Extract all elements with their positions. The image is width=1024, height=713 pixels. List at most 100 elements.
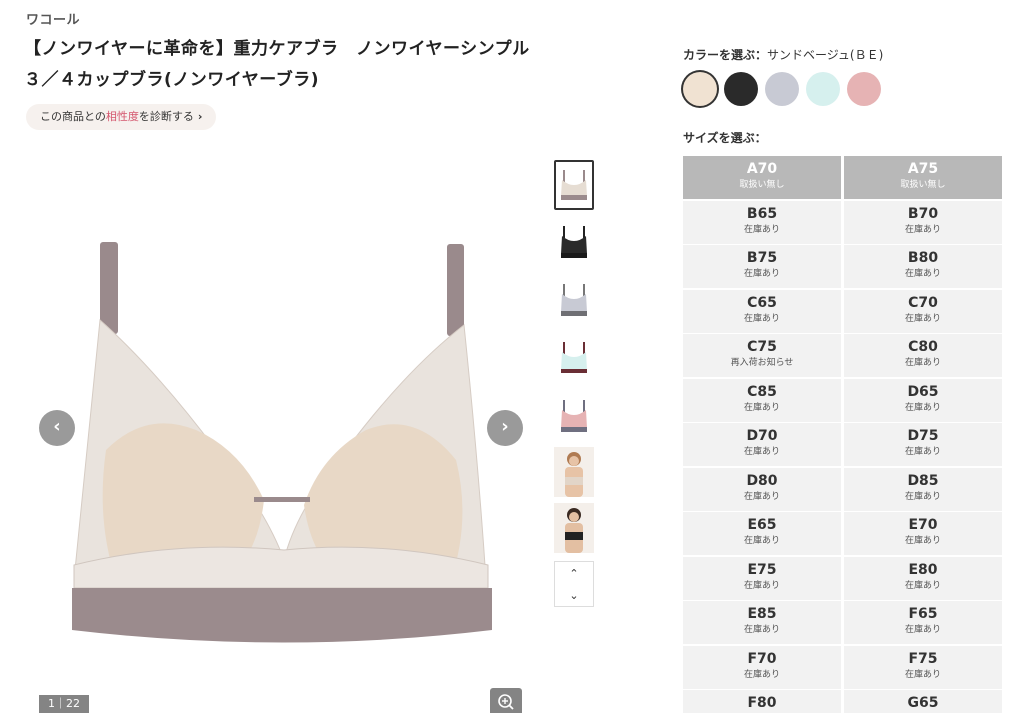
size-code: E75 — [747, 561, 777, 578]
size-option-e65[interactable]: E65 在庫あり — [683, 512, 841, 555]
color-label-prefix: カラーを選ぶ： — [683, 48, 768, 62]
stock-status: 在庫あり — [743, 669, 780, 680]
color-swatch-gray[interactable] — [765, 72, 799, 106]
thumbnail-7[interactable] — [554, 503, 594, 553]
size-code: C75 — [747, 339, 777, 355]
size-option-c85[interactable]: C85 在庫あり — [683, 378, 841, 422]
size-option-a70: A70 取扱い無し — [683, 156, 841, 199]
size-code: G65 — [907, 695, 939, 711]
stock-status: 在庫あり — [743, 447, 780, 457]
thumbnail-bra-pink — [561, 400, 587, 432]
stock-status: 在庫あり — [904, 313, 941, 324]
size-code: C65 — [747, 294, 777, 311]
size-option-c65[interactable]: C65 在庫あり — [683, 289, 841, 333]
brand-name[interactable]: ワコール — [26, 9, 80, 28]
size-code: B70 — [907, 205, 939, 222]
size-option-e85[interactable]: E85 在庫あり — [683, 601, 841, 644]
size-option-e80[interactable]: E80 在庫あり — [844, 556, 1002, 600]
stock-status: 在庫あり — [743, 313, 780, 324]
size-code: F65 — [908, 606, 938, 622]
size-code: B75 — [746, 250, 778, 266]
product-title-line-2: ３／４カップブラ(ノンワイヤーブラ) — [24, 70, 320, 90]
size-option-f75[interactable]: F75 在庫あり — [844, 645, 1002, 689]
stock-status: 取扱い無し — [739, 180, 785, 190]
thumbnail-model-black — [554, 503, 594, 553]
stock-status: 在庫あり — [904, 536, 941, 546]
stock-status: 在庫あり — [904, 269, 941, 279]
size-option-c80[interactable]: C80 在庫あり — [844, 334, 1002, 377]
size-code: C70 — [908, 294, 938, 311]
thumbnail-bra-beige — [561, 170, 587, 200]
gallery-prev-button[interactable]: ‹ — [39, 410, 75, 446]
size-option-d65[interactable]: D65 在庫あり — [844, 378, 1002, 422]
size-code: E70 — [908, 517, 938, 533]
size-option-d80[interactable]: D80 在庫あり — [683, 467, 841, 511]
thumbnail-6[interactable] — [554, 447, 594, 497]
size-option-c70[interactable]: C70 在庫あり — [844, 289, 1002, 333]
diagnosis-highlight: 相性度 — [105, 110, 139, 123]
size-code: A70 — [746, 161, 778, 177]
color-swatch-black[interactable] — [724, 72, 758, 106]
stock-status: 在庫あり — [743, 536, 780, 546]
size-code: C80 — [908, 339, 938, 355]
thumbnail-scroll-up-button[interactable]: ⌃ — [555, 562, 593, 584]
size-option-f65[interactable]: F65 在庫あり — [844, 601, 1002, 644]
size-option-d75[interactable]: D75 在庫あり — [844, 423, 1002, 466]
product-gallery: ‹ › 1｜22 — [26, 160, 534, 713]
size-option-f70[interactable]: F70 在庫あり — [683, 645, 841, 689]
thumbnail-scroll-down-button[interactable]: ⌄ — [555, 584, 593, 606]
stock-status: 再入荷お知らせ — [730, 358, 794, 368]
color-swatch-mint[interactable] — [806, 72, 840, 106]
diagnosis-suffix: を診断する — [138, 110, 194, 123]
size-option-e70[interactable]: E70 在庫あり — [844, 512, 1002, 555]
thumbnail-3[interactable] — [554, 276, 594, 326]
size-code: E65 — [747, 517, 777, 533]
size-code: D80 — [746, 472, 778, 489]
size-option-f80[interactable]: F80 — [683, 690, 841, 713]
thumbnail-4[interactable] — [554, 334, 594, 384]
size-code: D70 — [746, 428, 778, 444]
thumbnail-bra-mint — [561, 342, 587, 373]
stock-status: 在庫あり — [904, 358, 941, 368]
color-swatch-sand-beige[interactable] — [683, 72, 717, 106]
size-option-b75[interactable]: B75 在庫あり — [683, 245, 841, 288]
stock-status: 在庫あり — [904, 491, 941, 502]
main-product-image[interactable] — [26, 160, 534, 713]
size-option-d85[interactable]: D85 在庫あり — [844, 467, 1002, 511]
stock-status: 取扱い無し — [900, 180, 946, 190]
stock-status: 在庫あり — [743, 224, 780, 235]
size-code: D75 — [907, 428, 939, 444]
size-option-b65[interactable]: B65 在庫あり — [683, 200, 841, 244]
stock-status: 在庫あり — [743, 580, 780, 591]
size-option-d70[interactable]: D70 在庫あり — [683, 423, 841, 466]
size-code: D85 — [907, 472, 939, 489]
thumbnail-2[interactable] — [554, 218, 594, 268]
size-option-e75[interactable]: E75 在庫あり — [683, 556, 841, 600]
color-label: カラーを選ぶ：サンドベージュ(ＢＥ) — [683, 46, 883, 63]
size-option-g65[interactable]: G65 — [844, 690, 1002, 713]
bra-illustration — [72, 242, 492, 643]
size-option-b80[interactable]: B80 在庫あり — [844, 245, 1002, 288]
thumbnail-5[interactable] — [554, 392, 594, 442]
stock-status: 在庫あり — [743, 269, 780, 279]
diagnosis-prefix: この商品との — [40, 110, 106, 123]
zoom-button[interactable] — [490, 688, 522, 713]
size-code: B65 — [746, 205, 778, 222]
size-code: C85 — [747, 383, 777, 400]
compatibility-diagnosis-button[interactable]: この商品との相性度を診断する › — [26, 104, 217, 130]
stock-status: 在庫あり — [743, 402, 780, 413]
product-title-line-1: 【ノンワイヤーに革命を】重力ケアブラ ノンワイヤーシンプル — [24, 39, 530, 59]
stock-status: 在庫あり — [904, 625, 941, 635]
size-option-c75[interactable]: C75 再入荷お知らせ — [683, 334, 841, 377]
size-code: D65 — [907, 383, 939, 400]
size-option-b70[interactable]: B70 在庫あり — [844, 200, 1002, 244]
stock-status: 在庫あり — [904, 224, 941, 235]
gallery-next-button[interactable]: › — [487, 410, 523, 446]
size-code: F70 — [747, 650, 777, 667]
color-swatch-pink[interactable] — [847, 72, 881, 106]
stock-status: 在庫あり — [904, 402, 941, 413]
chevron-right-icon: › — [197, 110, 203, 123]
thumbnail-1[interactable] — [554, 160, 594, 210]
selected-color-name: サンドベージュ(ＢＥ) — [767, 48, 884, 62]
thumbnail-scroll-controls: ⌃ ⌄ — [554, 561, 594, 607]
